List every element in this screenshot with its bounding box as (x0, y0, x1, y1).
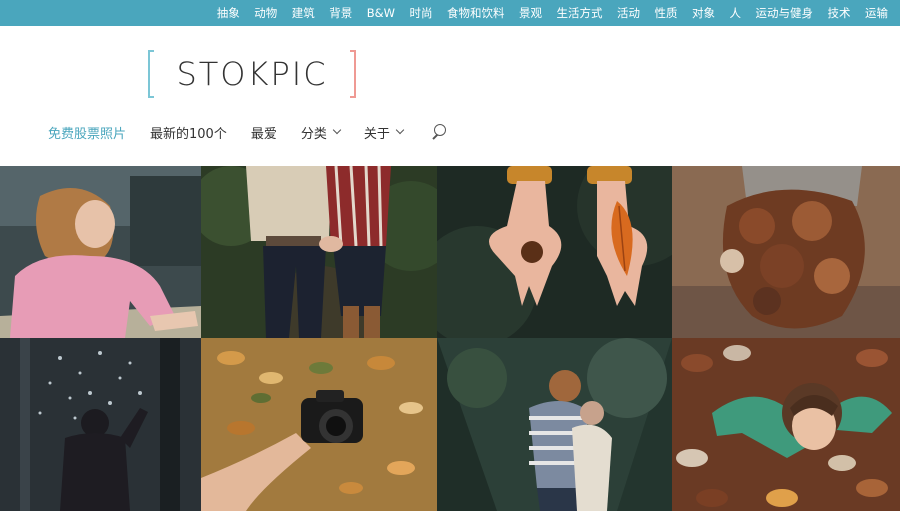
category-link[interactable]: 活动 (617, 5, 640, 21)
category-link[interactable]: B&W (367, 6, 395, 20)
photo-armful-of-leaves[interactable] (672, 166, 900, 338)
nav-item-label: 关于 (363, 126, 390, 142)
search-icon[interactable] (431, 123, 449, 141)
category-link[interactable]: 食物和饮料 (447, 5, 505, 21)
category-bar: 抽象 动物 建筑 背景 B&W 时尚 食物和饮料 景观 生活方式 活动 性质 对象人运动与健身 技术 运输 (0, 0, 900, 26)
photo-couple-holding-hands[interactable] (201, 166, 437, 338)
nav-item-label: 最爱 (250, 126, 277, 142)
nav-item-favorites[interactable]: 最爱 (251, 123, 277, 142)
nav-item-about[interactable]: 关于 (363, 123, 405, 142)
category-link[interactable]: 运输 (865, 5, 888, 21)
photo-snow-throw[interactable] (0, 338, 201, 511)
photo-child-in-leaves[interactable] (672, 338, 900, 511)
chevron-down-icon (332, 125, 342, 135)
category-link[interactable]: 运动与健身 (756, 5, 814, 21)
category-link[interactable]: 时尚 (410, 5, 433, 21)
category-link[interactable]: 景观 (519, 5, 542, 21)
photo-couple-embracing[interactable] (437, 338, 672, 511)
stokpic-logo[interactable]: STOKPIC (148, 50, 356, 98)
nav-item-latest-100[interactable]: 最新的100个 (150, 123, 227, 142)
category-list: 抽象 动物 建筑 背景 B&W 时尚 食物和饮料 景观 生活方式 活动 性质 对象人运动与健身 技术 运输 (202, 0, 888, 26)
nav-item-free-stock-photos[interactable]: 免费股票照片 (48, 123, 126, 142)
nav-item-label: 最新的100个 (150, 126, 227, 142)
logo-right-bracket (350, 50, 356, 98)
category-link[interactable]: 动物 (254, 5, 277, 21)
photo-hands-chestnut-leaf[interactable] (437, 166, 672, 338)
category-link[interactable]: 技术 (828, 5, 851, 21)
category-link[interactable]: 性质 (655, 5, 678, 21)
photo-woman-writing[interactable] (0, 166, 201, 338)
photo-camera-over-leaves[interactable] (201, 338, 437, 511)
nav-item-categories[interactable]: 分类 (300, 123, 342, 142)
photo-grid (0, 166, 900, 511)
category-link[interactable]: 生活方式 (557, 5, 603, 21)
category-link[interactable]: 抽象 (217, 5, 240, 21)
logo-wordmark: STOKPIC (176, 55, 328, 93)
category-link[interactable]: 人 (730, 5, 742, 21)
nav-item-label: 免费股票照片 (48, 126, 127, 142)
chevron-down-icon (395, 125, 405, 135)
main-nav: 免费股票照片 最新的100个 最爱 分类 关于 (48, 120, 449, 144)
category-link[interactable]: 背景 (329, 5, 352, 21)
category-link[interactable]: 建筑 (292, 5, 315, 21)
nav-item-label: 分类 (300, 126, 327, 142)
category-link[interactable]: 对象 (692, 5, 715, 21)
